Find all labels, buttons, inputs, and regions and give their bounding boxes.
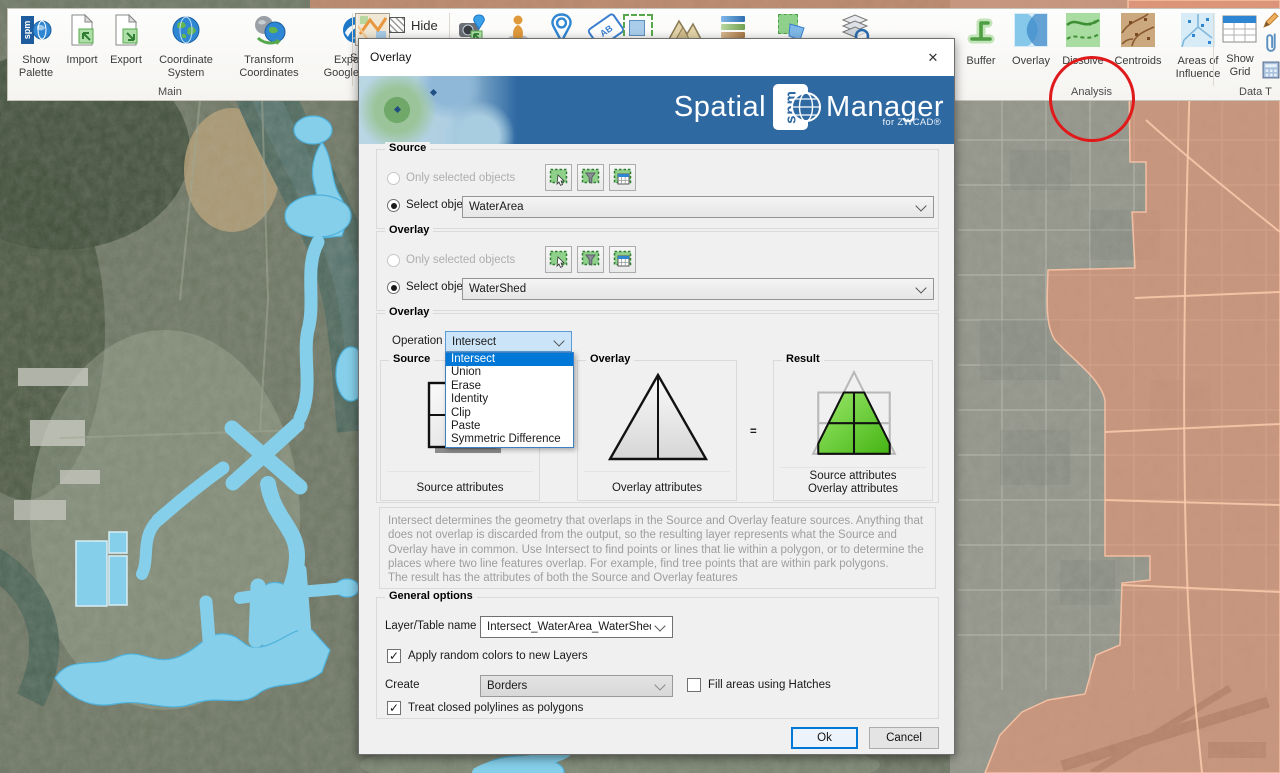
create-select[interactable]: Borders — [480, 675, 673, 697]
dialog-title: Overlay — [370, 50, 411, 64]
group-label-main: Main — [158, 86, 182, 98]
import-icon — [69, 14, 96, 51]
checkmark-icon: ✓ — [389, 701, 399, 715]
calculator-icon[interactable] — [1262, 61, 1280, 85]
transform-coordinates-button[interactable]: Transform Coordinates — [226, 14, 312, 79]
operation-select[interactable]: Intersect — [445, 331, 572, 352]
show-palette-button[interactable]: spm Show Palette — [14, 14, 58, 79]
source-filter-button[interactable] — [577, 164, 604, 191]
overlay-group: Overlay Only selected objects Select obj… — [376, 231, 939, 311]
chevron-down-icon — [654, 620, 665, 631]
overlay-only-selected-radio[interactable] — [387, 254, 400, 267]
hide-toggle[interactable]: Hide — [389, 17, 438, 33]
overlay-dialog: Overlay ✕ Spatial spm Manager for ZWCAD®… — [358, 38, 955, 755]
areas-of-influence-icon — [1181, 13, 1215, 52]
banner-map-thumbnail — [359, 76, 524, 144]
zwcad-spatial-manager-window: spm Show Palette Import Export Coordinat… — [0, 0, 1280, 773]
ok-button[interactable]: Ok — [791, 727, 858, 749]
source-table-button[interactable] — [609, 164, 636, 191]
fill-hatches-checkbox[interactable] — [687, 678, 701, 692]
overlay-pick-objects-button[interactable] — [545, 246, 572, 273]
dissolve-icon — [1066, 13, 1100, 52]
dropdown-option[interactable]: Erase — [446, 380, 573, 393]
ribbon-group-main: spm Show Palette Import Export Coordinat… — [14, 14, 396, 79]
operation-dropdown-list: Intersect Union Erase Identity Clip Past… — [445, 352, 574, 448]
overlay-icon — [1014, 13, 1048, 52]
source-pick-objects-button[interactable] — [545, 164, 572, 191]
dropdown-option[interactable]: Identity — [446, 393, 573, 406]
checkmark-icon: ✓ — [389, 649, 399, 663]
dropdown-option[interactable]: Clip — [446, 407, 573, 420]
dropdown-option[interactable]: Intersect — [446, 353, 573, 366]
spm-globe-icon — [789, 90, 823, 124]
thematic-legend-icon[interactable] — [721, 16, 745, 40]
brand-banner: Spatial spm Manager for ZWCAD® — [359, 76, 954, 144]
result-diagram — [794, 367, 914, 463]
overlay-filter-button[interactable] — [577, 246, 604, 273]
cancel-button[interactable]: Cancel — [869, 727, 939, 749]
export-icon — [113, 14, 140, 51]
show-grid-icon — [1222, 13, 1258, 50]
overlay-table-button[interactable] — [609, 246, 636, 273]
overlay-layer-radio[interactable] — [387, 281, 400, 294]
operation-description: Intersect determines the geometry that o… — [379, 507, 936, 589]
transform-coordinates-icon — [252, 14, 286, 51]
chevron-down-icon — [654, 679, 665, 690]
equals-sign: = — [750, 426, 757, 438]
dropdown-option[interactable]: Paste — [446, 420, 573, 433]
overlay-diagram — [598, 369, 718, 467]
source-group: Source Only selected objects Select obje… — [376, 149, 939, 229]
dialog-titlebar[interactable]: Overlay ✕ — [359, 39, 954, 76]
result-diagram-box: Result Source attributes Overlay attribu… — [773, 360, 933, 501]
source-only-selected-radio[interactable] — [387, 172, 400, 185]
closed-polylines-checkbox[interactable]: ✓ — [387, 701, 401, 715]
spm-logo-box: spm — [773, 84, 808, 130]
general-options-group: General options Layer/Table name Interse… — [376, 597, 939, 719]
coordinate-system-button[interactable]: Coordinate System — [150, 14, 222, 79]
overlay-button[interactable]: Overlay — [1008, 13, 1054, 80]
analysis-annotation-circle — [1049, 56, 1135, 142]
source-layer-radio[interactable] — [387, 199, 400, 212]
hide-icon — [389, 17, 405, 33]
centroids-icon — [1121, 13, 1155, 52]
close-icon[interactable]: ✕ — [920, 47, 946, 69]
group-label-data-table: Data T — [1239, 86, 1272, 98]
chevron-down-icon — [915, 282, 926, 293]
dropdown-option[interactable]: Symmetric Difference — [446, 433, 573, 446]
buffer-icon — [964, 13, 998, 52]
spm-palette-icon: spm — [20, 14, 52, 51]
dropdown-option[interactable]: Union — [446, 366, 573, 379]
chevron-down-icon — [915, 200, 926, 211]
source-layer-select[interactable]: WaterArea — [462, 196, 934, 218]
import-button[interactable]: Import — [62, 14, 102, 79]
export-button[interactable]: Export — [106, 14, 146, 79]
buffer-button[interactable]: Buffer — [959, 13, 1003, 80]
attachment-paperclip-icon[interactable] — [1263, 31, 1280, 63]
chevron-down-icon — [553, 335, 564, 346]
truncated-label: S — [350, 52, 357, 64]
brand-tagline: for ZWCAD® — [882, 117, 941, 128]
layer-table-name-combo[interactable]: Intersect_WaterArea_WaterShed — [480, 616, 673, 638]
operation-group: Overlay Operation Intersect Intersect Un… — [376, 313, 939, 503]
globe-icon — [170, 14, 202, 51]
random-colors-checkbox[interactable]: ✓ — [387, 649, 401, 663]
overlay-diagram-box: Overlay Overlay attributes — [577, 360, 737, 501]
show-grid-button[interactable]: Show Grid — [1218, 13, 1262, 78]
result-caption: Source attributes Overlay attributes — [774, 470, 932, 496]
svg-text:spm: spm — [22, 21, 32, 40]
overlay-layer-select[interactable]: WaterShed — [462, 278, 934, 300]
